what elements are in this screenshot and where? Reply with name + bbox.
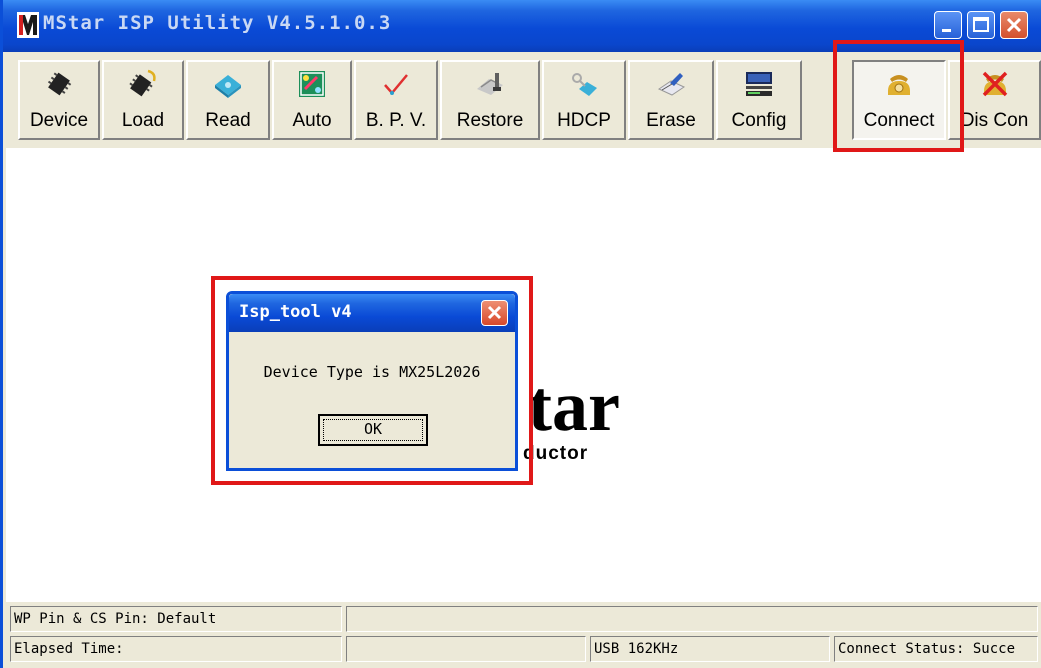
dialog-message: Device Type is MX25L2026 [263,363,481,381]
device-label: Device [29,110,89,131]
close-icon [1006,17,1022,33]
load-label: Load [121,110,165,131]
mstar-logo-text: tar [528,366,620,446]
checkmark-icon [384,74,408,95]
erase-label: Erase [646,110,696,131]
minimize-button[interactable] [934,11,962,39]
dialog-title-bar[interactable]: Isp_tool v4 [229,294,515,332]
ok-label: OK [363,420,383,438]
wp-pin-status: WP Pin & CS Pin: Default [10,606,342,632]
maximize-button[interactable] [967,11,995,39]
chip-icon [47,72,72,96]
mstar-app-icon [17,12,39,38]
auto-button[interactable]: Auto [272,60,352,140]
restore-label: Restore [456,110,524,131]
connect-highlight-box [833,40,964,152]
auto-puzzle-icon [299,71,325,97]
config-button[interactable]: Config [716,60,802,140]
computer-config-icon [746,72,772,96]
hdcp-icon [572,73,597,96]
close-icon [487,305,502,320]
load-button[interactable]: Load [102,60,184,140]
status-bar: WP Pin & CS Pin: Default Elapsed Time: U… [6,602,1041,668]
minimize-icon [942,29,951,32]
usb-speed-status: USB 162KHz [590,636,830,662]
hdcp-button[interactable]: HDCP [542,60,626,140]
read-disk-icon [215,75,241,98]
eraser-icon [657,73,686,96]
device-button[interactable]: Device [18,60,100,140]
read-label: Read [205,110,251,131]
auto-label: Auto [292,110,332,131]
restore-icon [477,73,503,95]
hdcp-label: HDCP [557,110,611,131]
restore-button[interactable]: Restore [440,60,540,140]
config-label: Config [731,110,787,131]
bpv-label: B. P. V. [365,110,427,131]
connect-status: Connect Status: Succe [834,636,1038,662]
dialog-title: Isp_tool v4 [239,302,352,322]
maximize-icon [973,17,989,32]
dialog-close-button[interactable] [481,300,508,326]
ok-button[interactable]: OK [318,414,428,446]
close-button[interactable] [1000,11,1028,39]
elapsed-time-status: Elapsed Time: [10,636,342,662]
window-title: MStar ISP Utility V4.5.1.0.3 [43,12,392,34]
read-button[interactable]: Read [186,60,270,140]
app-window: MStar ISP Utility V4.5.1.0.3 Device Load… [0,0,1041,668]
erase-button[interactable]: Erase [628,60,714,140]
bpv-button[interactable]: B. P. V. [354,60,438,140]
status-empty-panel [346,606,1038,632]
status-blank-panel [346,636,586,662]
phone-disconnect-icon [982,71,1007,97]
device-type-dialog: Isp_tool v4 Device Type is MX25L2026 OK [226,291,518,471]
chip-load-icon [129,69,156,97]
